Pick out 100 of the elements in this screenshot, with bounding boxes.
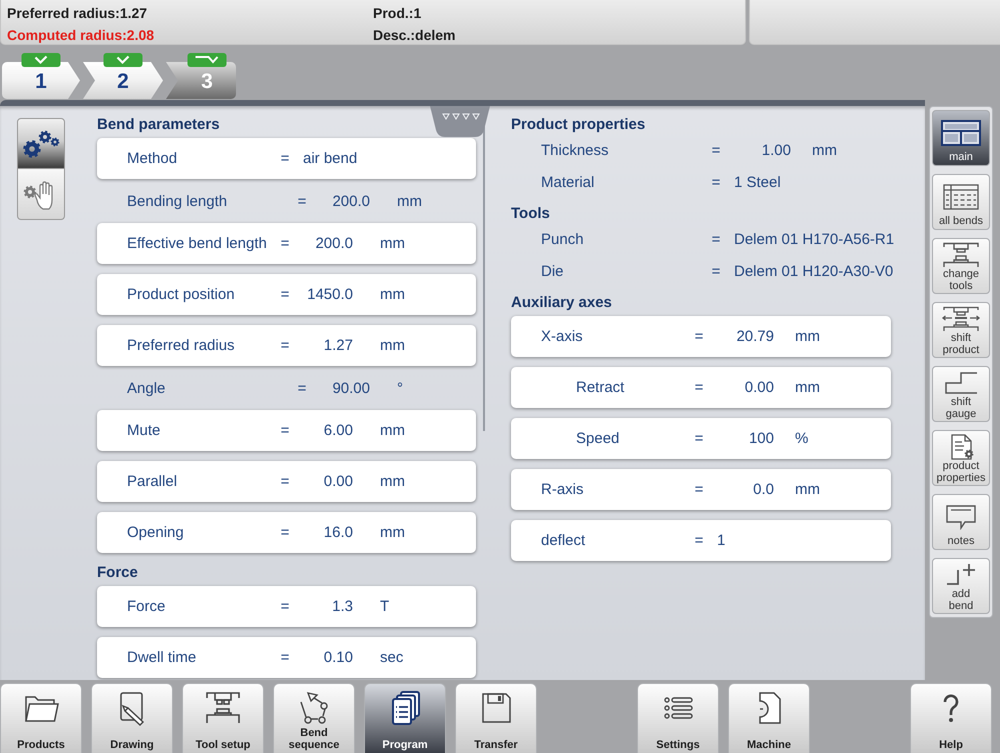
unit-label: mm — [380, 422, 405, 439]
step-tab[interactable]: 1 — [2, 62, 80, 99]
parameter-label: Force — [127, 598, 166, 615]
parameter-label: Parallel — [127, 473, 178, 490]
unit-label: mm — [380, 286, 405, 303]
parameter-value: 0.00 — [324, 473, 353, 490]
toolbar-button[interactable]: Help — [910, 683, 992, 753]
parameter-field[interactable]: Product position = 1450.0 mm — [97, 274, 476, 315]
toolbar-button[interactable]: Settings — [637, 683, 719, 753]
side-button[interactable]: notes — [932, 494, 990, 550]
equals-sign: = — [280, 598, 290, 615]
side-button[interactable]: shift product — [932, 302, 990, 358]
parameter-label: Product position — [127, 286, 235, 303]
parameter-value: 1.27 — [324, 337, 353, 354]
parameter-value: 0.00 — [744, 379, 774, 396]
parameter-value: 16.0 — [324, 524, 353, 541]
unit-label: mm — [795, 328, 820, 345]
toolbar-button[interactable]: Program — [364, 683, 446, 753]
equals-sign: = — [280, 286, 290, 303]
unit-label: sec — [380, 649, 404, 666]
parameter-label: Bending length — [127, 192, 228, 210]
step-tab[interactable]: 2 — [83, 62, 163, 99]
parameter-field[interactable]: Speed = 100 % — [511, 418, 891, 459]
parameter-field[interactable]: Force = 1.3 T — [97, 586, 476, 627]
unit-label: % — [795, 430, 808, 447]
equals-sign: = — [280, 422, 290, 439]
parameter-value: 90.00 — [332, 380, 370, 396]
unit-label: mm — [812, 142, 837, 158]
toolbar-button[interactable]: Products — [0, 683, 82, 753]
toolbar-button[interactable]: Machine — [728, 683, 810, 753]
equals-sign: = — [694, 532, 704, 549]
equals-sign: = — [280, 337, 290, 354]
equals-sign: = — [298, 380, 306, 396]
view-tab[interactable] — [17, 169, 65, 220]
parameter-value: 1450.0 — [307, 286, 353, 303]
section-heading: Auxiliary axes — [511, 294, 612, 312]
equals-sign: = — [694, 379, 704, 396]
parameter-field[interactable]: R-axis = 0.0 mm — [511, 469, 891, 510]
parameter-label: X-axis — [541, 328, 583, 345]
status-text: Preferred radius:1.27 — [7, 5, 148, 21]
parameter-value: 1 — [717, 532, 726, 549]
parameter-label: Effective bend length — [127, 235, 267, 252]
parameter-value: 6.00 — [324, 422, 353, 439]
equals-sign: = — [694, 430, 704, 447]
parameter-label: Preferred radius — [127, 337, 235, 354]
press-arrows-icon — [941, 306, 981, 332]
side-button[interactable]: shift gauge — [932, 366, 990, 422]
unit-label: mm — [397, 192, 422, 210]
unit-label: T — [380, 598, 390, 615]
section-heading: Product properties — [511, 116, 646, 134]
parameter-field[interactable]: Effective bend length = 200.0 mm — [97, 223, 476, 264]
parameter-field[interactable]: Retract = 0.00 mm — [511, 367, 891, 408]
equals-sign: = — [280, 150, 290, 167]
equals-sign: = — [712, 174, 720, 190]
parameter-field[interactable]: Preferred radius = 1.27 mm — [97, 325, 476, 366]
parameter-field[interactable]: Opening = 16.0 mm — [97, 512, 476, 553]
parameter-value: air bend — [303, 150, 358, 167]
parameter-field[interactable]: deflect = 1 — [511, 520, 891, 561]
parameter-label: Mute — [127, 422, 160, 439]
equals-sign: = — [298, 192, 306, 210]
parameter-field[interactable]: Mute = 6.00 mm — [97, 410, 476, 451]
parameter-field[interactable]: Dwell time = 0.10 sec — [97, 637, 476, 678]
parameter-field[interactable]: Parallel = 0.00 mm — [97, 461, 476, 502]
equals-sign: = — [280, 473, 290, 490]
parameter-label: R-axis — [541, 481, 584, 498]
side-button[interactable]: all bends — [932, 174, 990, 230]
parameter-value: 0.0 — [753, 481, 774, 498]
parameter-value: 200.0 — [332, 192, 370, 210]
parameter-field[interactable]: X-axis = 20.79 mm — [511, 316, 891, 357]
toolbar-button[interactable]: Tool setup — [182, 683, 264, 753]
parameter-value: Delem 01 H120-A30-V0 — [734, 262, 894, 280]
equals-sign: = — [712, 142, 720, 158]
toolbar-button[interactable]: Transfer — [455, 683, 537, 753]
parameter-value: 100 — [748, 430, 774, 447]
pull-down-handle-icon[interactable] — [430, 106, 490, 138]
unit-label: mm — [380, 473, 405, 490]
parameter-value: 1 Steel — [734, 174, 781, 190]
toolbar-button[interactable]: Drawing — [91, 683, 173, 753]
unit-label: mm — [380, 235, 405, 252]
equals-sign: = — [712, 230, 720, 248]
parameter-label: Dwell time — [127, 649, 196, 666]
parameter-label: Punch — [541, 230, 584, 248]
parameter-value: 200.0 — [315, 235, 353, 252]
toolbar-button[interactable]: Bend sequence — [273, 683, 355, 753]
parameter-value: 20.79 — [736, 328, 774, 345]
equals-sign: = — [694, 328, 704, 345]
side-button[interactable]: product properties — [932, 430, 990, 486]
side-button[interactable]: add bend — [932, 558, 990, 614]
unit-label: mm — [380, 337, 405, 354]
section-heading: Tools — [511, 205, 550, 223]
press-tools-icon — [941, 242, 981, 268]
parameter-field[interactable]: Method = air bend — [97, 138, 476, 179]
unit-label: mm — [380, 524, 405, 541]
status-text: Prod.:1 — [373, 5, 422, 21]
section-heading: Bend parameters — [97, 116, 220, 134]
side-button[interactable]: main — [932, 110, 990, 166]
view-tab[interactable] — [17, 118, 65, 169]
table-icon — [941, 184, 981, 210]
side-button[interactable]: change tools — [932, 238, 990, 294]
parameter-label: Retract — [576, 379, 624, 396]
